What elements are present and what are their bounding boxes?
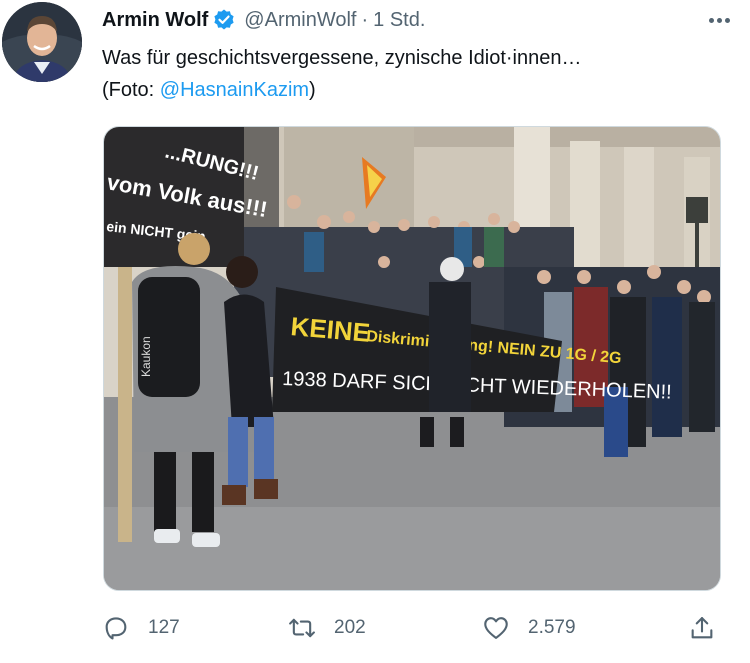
author-name[interactable]: Armin Wolf bbox=[102, 9, 208, 32]
tweet-actions: 127 202 2.579 bbox=[102, 610, 722, 646]
like-count: 2.579 bbox=[528, 617, 576, 638]
photo-credit-suffix: ) bbox=[309, 79, 316, 101]
avatar-photo bbox=[2, 2, 82, 82]
verified-badge-icon bbox=[214, 9, 234, 30]
tweet-header: Armin Wolf @ArminWolf · 1 Std. bbox=[102, 6, 730, 34]
tweet-timestamp[interactable]: 1 Std. bbox=[373, 9, 425, 32]
author-handle[interactable]: @ArminWolf bbox=[244, 9, 356, 32]
share-button[interactable] bbox=[688, 610, 716, 646]
like-button[interactable]: 2.579 bbox=[482, 610, 576, 646]
tweet-text-line2: (Foto: @HasnainKazim) bbox=[102, 74, 732, 106]
reply-icon bbox=[105, 617, 127, 640]
like-icon bbox=[484, 617, 508, 639]
separator-dot: · bbox=[361, 8, 369, 31]
reply-button[interactable]: 127 bbox=[102, 610, 180, 646]
tweet-photo[interactable]: ...RUNG!!! vom Volk aus!!! ein NICHT gei… bbox=[103, 126, 721, 591]
tweet-text: Was für geschichtsvergessene, zynische I… bbox=[102, 42, 732, 106]
backpack-brand-text: Kaukon bbox=[139, 336, 153, 377]
retweet-count: 202 bbox=[334, 617, 366, 638]
tweet-text-line1: Was für geschichtsvergessene, zynische I… bbox=[102, 47, 582, 69]
protest-photo: ...RUNG!!! vom Volk aus!!! ein NICHT gei… bbox=[104, 127, 720, 590]
mention-link[interactable]: @HasnainKazim bbox=[160, 79, 309, 101]
share-icon bbox=[691, 617, 713, 639]
more-options-icon[interactable] bbox=[709, 6, 730, 34]
retweet-icon bbox=[289, 618, 315, 638]
retweet-button[interactable]: 202 bbox=[288, 610, 366, 646]
photo-credit-prefix: (Foto: bbox=[102, 79, 160, 101]
author-avatar[interactable] bbox=[2, 2, 82, 82]
reply-count: 127 bbox=[148, 617, 180, 638]
